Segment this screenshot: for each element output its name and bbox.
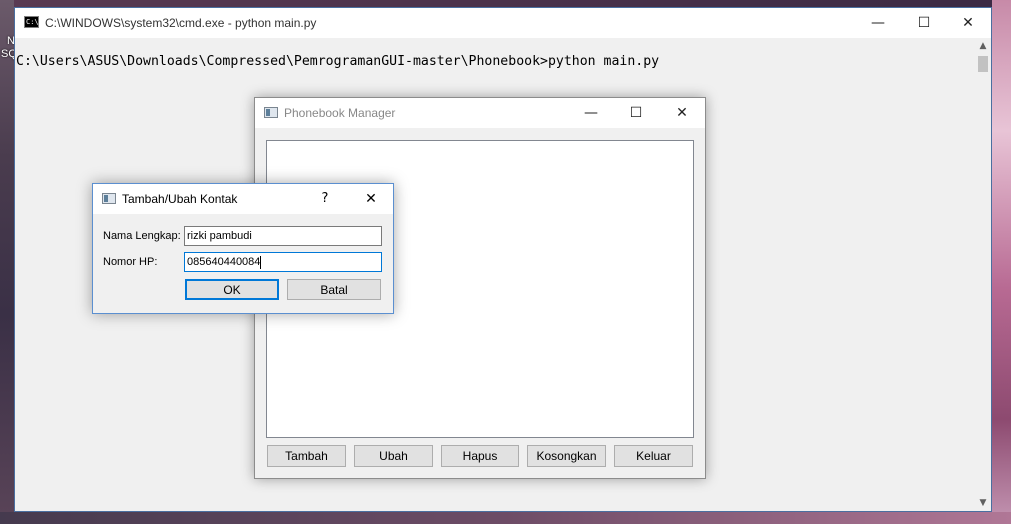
dialog-close-button[interactable]: ✕: [351, 184, 391, 214]
cmd-icon: C:\: [24, 16, 39, 28]
desktop-wallpaper-right: [992, 0, 1011, 524]
batal-button[interactable]: Batal: [287, 279, 381, 300]
help-button[interactable]: ?: [313, 184, 337, 214]
text-caret: [260, 255, 262, 269]
phonebook-titlebar[interactable]: Phonebook Manager — ☐ ✕: [255, 98, 705, 128]
name-field[interactable]: rizki pambudi: [184, 226, 382, 246]
phonebook-window-title: Phonebook Manager: [284, 106, 396, 120]
cmd-scrollbar[interactable]: ▲ ▼: [975, 38, 991, 511]
dialog-titlebar[interactable]: Tambah/Ubah Kontak ? ✕: [93, 184, 393, 214]
contact-dialog: Tambah/Ubah Kontak ? ✕ Nama Lengkap: riz…: [92, 183, 394, 314]
tambah-button[interactable]: Tambah: [267, 445, 346, 467]
phonebook-close-button[interactable]: ✕: [659, 98, 705, 128]
dialog-title: Tambah/Ubah Kontak: [122, 192, 238, 206]
phone-field-value: 085640440084: [187, 256, 261, 268]
cmd-prompt-line: C:\Users\ASUS\Downloads\Compressed\Pemro…: [16, 54, 660, 69]
cmd-minimize-button[interactable]: —: [855, 8, 901, 38]
phonebook-minimize-button[interactable]: —: [568, 98, 614, 128]
cmd-close-button[interactable]: ✕: [945, 8, 991, 38]
ok-button[interactable]: OK: [185, 279, 279, 300]
phone-label: Nomor HP:: [103, 256, 158, 268]
phone-field[interactable]: 085640440084: [184, 252, 382, 272]
cmd-window-title: C:\WINDOWS\system32\cmd.exe - python mai…: [45, 16, 317, 30]
cmd-titlebar[interactable]: C:\ C:\WINDOWS\system32\cmd.exe - python…: [15, 8, 991, 38]
desktop-wallpaper-bottom: [0, 512, 1011, 524]
dialog-window-icon: [102, 193, 116, 204]
ubah-button[interactable]: Ubah: [354, 445, 433, 467]
scrollbar-thumb[interactable]: [978, 56, 988, 72]
phonebook-maximize-button[interactable]: ☐: [613, 98, 659, 128]
scroll-down-icon[interactable]: ▼: [975, 495, 991, 511]
desktop-wallpaper-left: [0, 0, 14, 524]
keluar-button[interactable]: Keluar: [614, 445, 693, 467]
scroll-up-icon[interactable]: ▲: [975, 38, 991, 54]
name-label: Nama Lengkap:: [103, 230, 181, 242]
app-window-icon: [264, 107, 278, 118]
cmd-maximize-button[interactable]: ☐: [901, 8, 947, 38]
hapus-button[interactable]: Hapus: [441, 445, 519, 467]
kosongkan-button[interactable]: Kosongkan: [527, 445, 606, 467]
name-field-value: rizki pambudi: [187, 230, 252, 242]
